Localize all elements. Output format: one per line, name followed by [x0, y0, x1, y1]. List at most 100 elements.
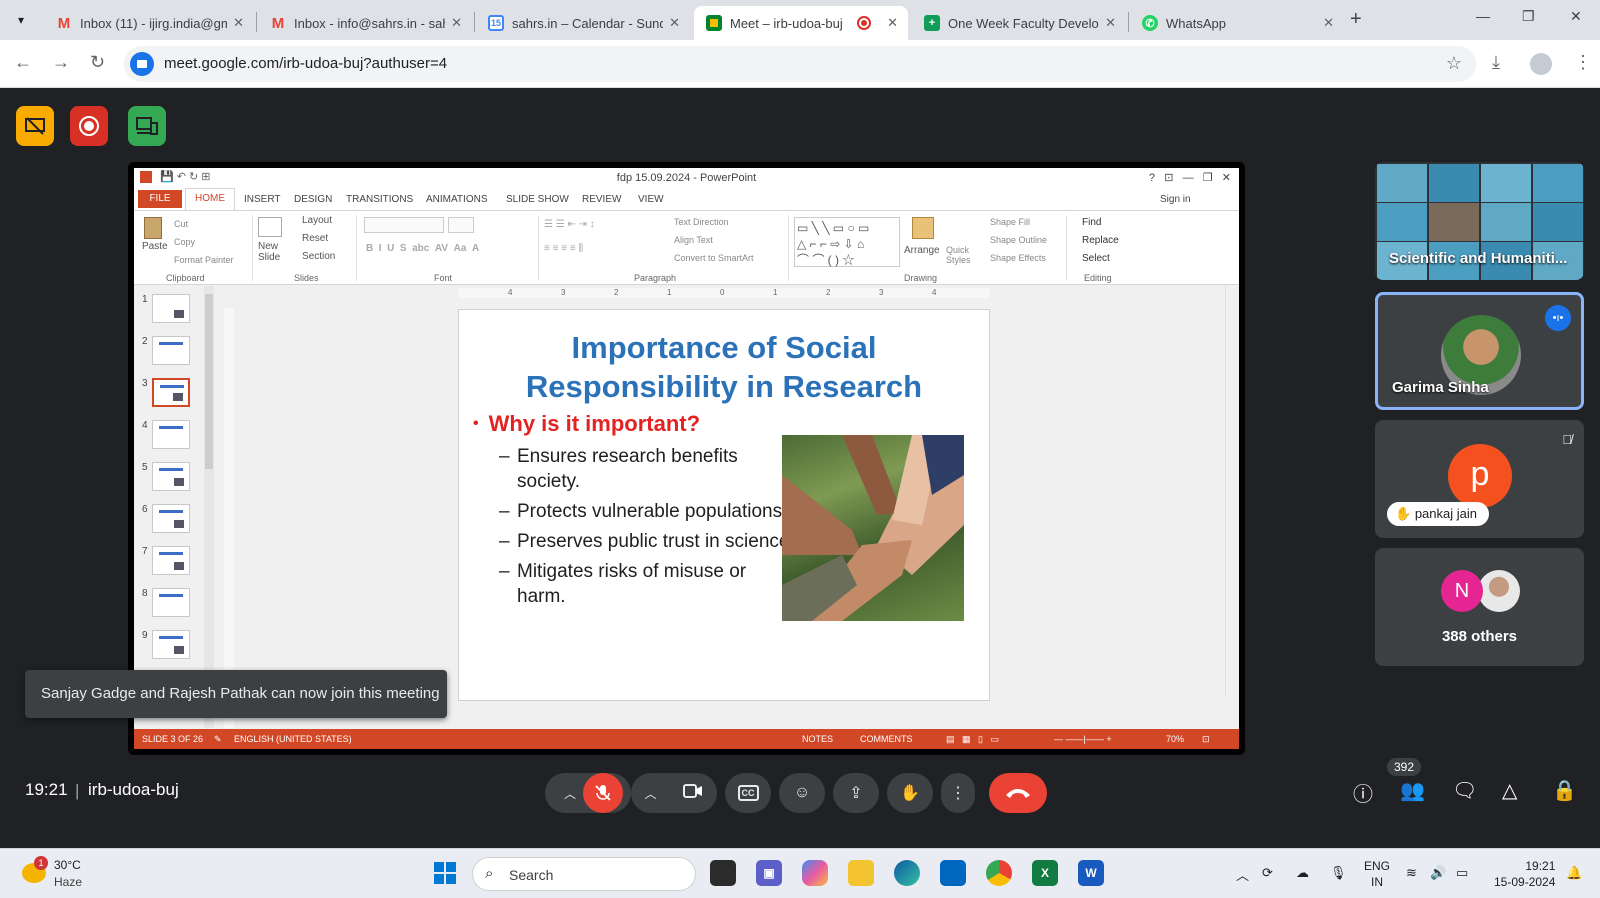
close-window-icon[interactable]: ✕: [1570, 8, 1582, 25]
section-button[interactable]: Section: [302, 251, 335, 262]
ribbon-tab-animations[interactable]: ANIMATIONS: [426, 194, 487, 205]
companion-mode-icon[interactable]: [128, 106, 166, 146]
more-options-button[interactable]: ⋮: [941, 773, 975, 813]
present-screen-button[interactable]: ⇪: [833, 773, 879, 813]
meeting-code[interactable]: irb-udoa-buj: [88, 780, 179, 800]
minimize-icon[interactable]: —: [1476, 8, 1490, 24]
chrome-icon[interactable]: [986, 860, 1012, 886]
tab-calendar[interactable]: 15 sahrs.in – Calendar - Sunda ✕: [476, 6, 690, 40]
forward-icon[interactable]: →: [52, 52, 70, 73]
quick-styles-button[interactable]: Quick Styles: [946, 245, 976, 265]
meeting-info-icon[interactable]: ⓘ: [1353, 778, 1373, 807]
chevron-up-icon[interactable]: ︿: [564, 785, 576, 802]
close-icon[interactable]: ✕: [1105, 15, 1116, 31]
edge-icon[interactable]: [894, 860, 920, 886]
task-view-icon[interactable]: [710, 860, 736, 886]
tab-gmail-inbox-2[interactable]: M Inbox - info@sahrs.in - sah ✕: [258, 6, 472, 40]
ribbon-tab-transitions[interactable]: TRANSITIONS: [346, 194, 413, 205]
download-icon[interactable]: ⤓: [1492, 52, 1500, 73]
activities-icon[interactable]: △: [1502, 778, 1517, 803]
microphone-icon[interactable]: 🎙: [1330, 865, 1347, 881]
convert-smartart-button[interactable]: Convert to SmartArt: [674, 253, 754, 263]
text-direction-button[interactable]: Text Direction: [674, 217, 729, 227]
align-icons[interactable]: ≡ ≡ ≡ ≡ ⫼: [544, 243, 583, 254]
slide-thumbnail[interactable]: [152, 588, 190, 617]
find-button[interactable]: Find: [1082, 217, 1101, 228]
ribbon-tab-review[interactable]: REVIEW: [582, 194, 621, 205]
sync-icon[interactable]: ⟳: [1262, 865, 1273, 881]
camera-button-group[interactable]: ︿: [631, 773, 717, 813]
copy-button[interactable]: Copy: [174, 237, 195, 247]
bookmark-star-icon[interactable]: ☆: [1446, 53, 1462, 74]
close-icon[interactable]: ✕: [887, 15, 898, 31]
tab-search-icon[interactable]: ▾: [8, 7, 34, 33]
ribbon-tab-file[interactable]: FILE: [138, 190, 182, 208]
view-buttons[interactable]: ▤ ▦ ▯ ▭: [946, 734, 999, 745]
camera-icon[interactable]: [683, 783, 703, 803]
file-explorer-icon[interactable]: [848, 860, 874, 886]
others-tile[interactable]: N 388 others: [1375, 548, 1584, 666]
tab-meet[interactable]: Meet – irb-udoa-buj ✕: [694, 6, 908, 40]
tab-gmail-inbox-1[interactable]: M Inbox (11) - ijirg.india@gm ✕: [44, 6, 254, 40]
proofing-icon[interactable]: ✎: [214, 734, 222, 745]
language-indicator[interactable]: ENG IN: [1364, 858, 1390, 890]
list-format-icons[interactable]: ☰ ☰ ⇤ ⇥ ↕: [544, 219, 595, 230]
slide-thumbnail-selected[interactable]: [152, 378, 190, 407]
url-text[interactable]: meet.google.com/irb-udoa-buj?authuser=4: [164, 55, 447, 72]
recording-indicator-icon[interactable]: [70, 106, 108, 146]
reload-icon[interactable]: ↻: [90, 52, 105, 73]
screen-share-stop-icon[interactable]: [16, 106, 54, 146]
thumbnail-scrollbar[interactable]: [204, 286, 214, 728]
reset-button[interactable]: Reset: [302, 233, 328, 244]
cut-button[interactable]: Cut: [174, 219, 188, 229]
ribbon-tab-home[interactable]: HOME: [185, 188, 235, 210]
profile-avatar[interactable]: [1530, 53, 1552, 75]
slide-thumbnail[interactable]: [152, 420, 190, 449]
raise-hand-button[interactable]: ✋: [887, 773, 933, 813]
zoom-slider[interactable]: — ——|—— +: [1054, 734, 1112, 744]
site-info-icon[interactable]: [130, 52, 154, 76]
teams-chat-icon[interactable]: ▣: [756, 860, 782, 886]
battery-icon[interactable]: ▭: [1456, 865, 1468, 881]
ribbon-tab-insert[interactable]: INSERT: [244, 194, 281, 205]
font-size-select[interactable]: [448, 217, 474, 233]
language-status[interactable]: ENGLISH (UNITED STATES): [234, 734, 352, 744]
slide-thumbnail[interactable]: [152, 462, 190, 491]
close-icon[interactable]: ✕: [669, 15, 680, 31]
weather-temperature[interactable]: 30°C: [54, 858, 81, 872]
slide-thumbnail[interactable]: [152, 504, 190, 533]
replace-button[interactable]: Replace: [1082, 235, 1119, 246]
participant-tile[interactable]: p 🎙̸ ✋ pankaj jain: [1375, 420, 1584, 538]
tab-sheets[interactable]: + One Week Faculty Develop ✕: [912, 6, 1126, 40]
word-icon[interactable]: W: [1078, 860, 1104, 886]
paste-button[interactable]: Paste: [142, 241, 168, 252]
zoom-level[interactable]: 70%: [1166, 734, 1184, 744]
back-icon[interactable]: ←: [14, 52, 32, 73]
captions-button[interactable]: CC: [725, 773, 771, 813]
mic-off-button[interactable]: [583, 773, 623, 813]
slide-thumbnail[interactable]: [152, 630, 190, 659]
more-menu-icon[interactable]: ⋮: [1574, 52, 1592, 73]
windows-start-icon[interactable]: [432, 860, 458, 886]
slide-thumbnail[interactable]: [152, 294, 190, 323]
slide-thumbnail[interactable]: [152, 546, 190, 575]
leave-call-button[interactable]: [989, 773, 1047, 813]
chevron-up-icon[interactable]: ︿: [644, 785, 656, 802]
close-icon[interactable]: ✕: [233, 15, 244, 31]
volume-icon[interactable]: 🔊: [1430, 865, 1446, 881]
close-icon[interactable]: ✕: [451, 15, 462, 31]
layout-button[interactable]: Layout: [302, 215, 332, 226]
ribbon-tab-slideshow[interactable]: SLIDE SHOW: [506, 194, 569, 205]
ribbon-tab-design[interactable]: DESIGN: [294, 194, 332, 205]
align-text-button[interactable]: Align Text: [674, 235, 713, 245]
cloud-icon[interactable]: ☁: [1296, 865, 1309, 881]
wifi-icon[interactable]: ≋: [1406, 865, 1417, 881]
shapes-gallery[interactable]: ▭ ╲ ╲ ▭ ○ ▭ △ ⌐ ⌐ ⇨ ⇩ ⌂ ⌒ ⌒ ( ) ☆: [794, 217, 900, 267]
ribbon-tab-view[interactable]: VIEW: [638, 194, 664, 205]
excel-icon[interactable]: X: [1032, 860, 1058, 886]
sign-in-link[interactable]: Sign in: [1160, 194, 1191, 205]
system-clock[interactable]: 19:21 15-09-2024: [1494, 858, 1555, 890]
taskbar-search[interactable]: ⌕ Search: [472, 857, 696, 891]
notification-bell-icon[interactable]: 🔔: [1566, 865, 1582, 881]
new-tab-icon[interactable]: +: [1350, 8, 1362, 31]
